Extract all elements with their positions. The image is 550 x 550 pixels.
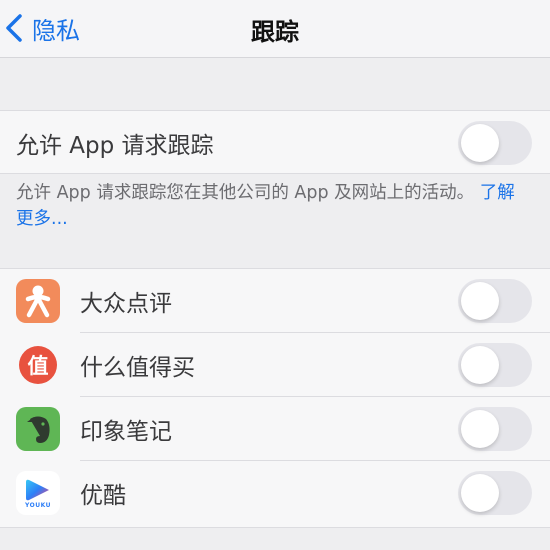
list-item: 值 什么值得买 [0, 333, 550, 397]
toggle-knob [461, 410, 499, 448]
toggle-knob [461, 346, 499, 384]
app-name: 印象笔记 [80, 419, 172, 445]
youku-tracking-toggle[interactable] [458, 471, 532, 515]
page-title: 跟踪 [251, 18, 299, 46]
smzdm-icon-glyph: 值 [27, 354, 49, 378]
smzdm-icon: 值 [16, 343, 60, 387]
dianping-tracking-toggle[interactable] [458, 279, 532, 323]
toggle-knob [461, 474, 499, 512]
navigation-bar: 隐私 跟踪 [0, 0, 550, 58]
smzdm-tracking-toggle[interactable] [458, 343, 532, 387]
toggle-knob [461, 124, 499, 162]
app-name: 大众点评 [80, 291, 172, 317]
evernote-icon [16, 407, 60, 451]
youku-icon-wordmark: YOUKU [24, 501, 52, 509]
toggle-knob [461, 282, 499, 320]
allow-tracking-row: 允许 App 请求跟踪 [0, 111, 550, 175]
app-name: 什么值得买 [80, 355, 195, 381]
allow-tracking-toggle[interactable] [458, 121, 532, 165]
list-item: 大众点评 [0, 269, 550, 333]
app-list-group: 大众点评 值 什么值得买 印象笔记 YOUKU 优酷 [0, 268, 550, 528]
app-name: 优酷 [80, 483, 126, 509]
footer-text: 允许 App 请求跟踪您在其他公司的 App 及网站上的活动。 [16, 183, 475, 203]
tracking-footer: 允许 App 请求跟踪您在其他公司的 App 及网站上的活动。 了解更多... [16, 180, 530, 232]
allow-tracking-label: 允许 App 请求跟踪 [16, 133, 214, 159]
allow-tracking-group: 允许 App 请求跟踪 [0, 110, 550, 174]
list-item: YOUKU 优酷 [0, 461, 550, 525]
evernote-tracking-toggle[interactable] [458, 407, 532, 451]
list-item: 印象笔记 [0, 397, 550, 461]
youku-icon: YOUKU [16, 471, 60, 515]
dianping-icon [16, 279, 60, 323]
